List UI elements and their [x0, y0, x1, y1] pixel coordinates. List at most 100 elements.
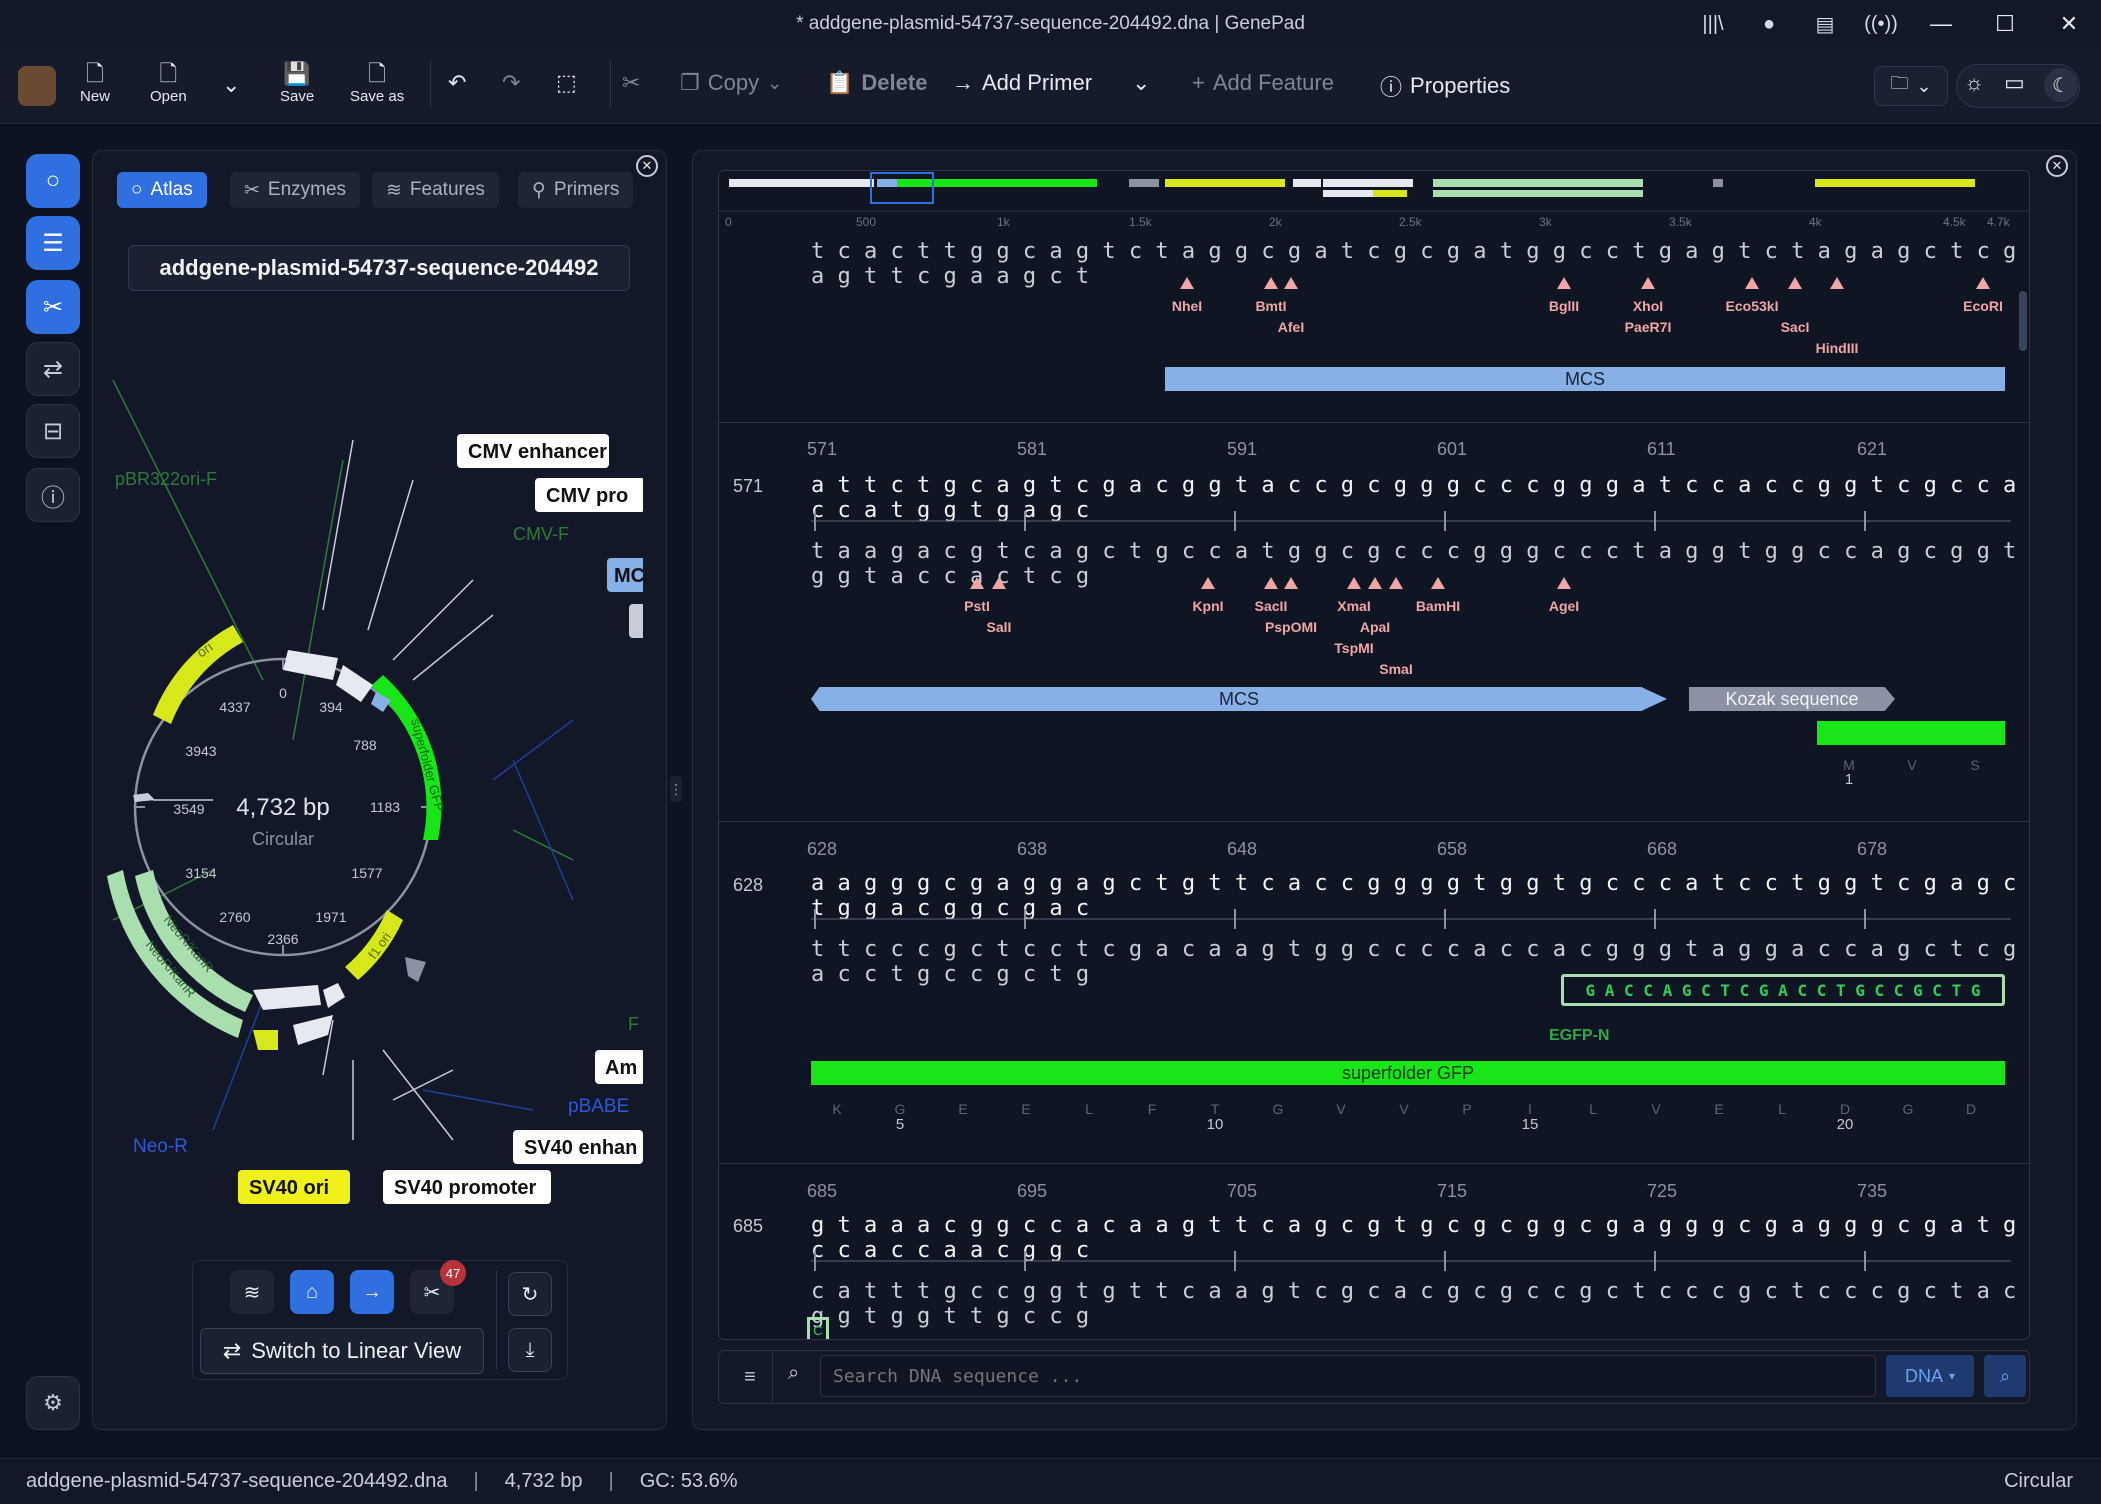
enzyme-tspmi[interactable]: TspMI	[1334, 640, 1373, 656]
enzyme-paer7i[interactable]: PaeR7I	[1625, 319, 1672, 335]
sv40-promoter-arc[interactable]	[253, 985, 321, 1010]
primer-name[interactable]: EGFP-N	[1549, 1027, 1609, 1045]
amp-label[interactable]: Am	[605, 1057, 637, 1079]
redo-button[interactable]: ↷	[502, 70, 520, 96]
vertical-scrollbar[interactable]	[2019, 291, 2027, 351]
enzyme-agei[interactable]: AgeI	[1549, 598, 1579, 614]
switch-to-linear-button[interactable]: ⇄ Switch to Linear View	[200, 1328, 484, 1374]
feature-white-arc[interactable]	[323, 983, 345, 1008]
delete-button[interactable]: 📋 Delete	[826, 70, 927, 96]
download-icon[interactable]: ⤓	[508, 1328, 552, 1372]
enzyme-bamhi[interactable]: BamHI	[1416, 598, 1460, 614]
inbox-icon[interactable]: ▤	[1797, 0, 1853, 48]
block0-bottom-strand[interactable]: t c a c t t g g c a g t c t a g g c g a …	[811, 239, 2029, 289]
cmv-promoter-label[interactable]: CMV pro	[546, 485, 628, 507]
primer-arrow-toggle-icon[interactable]: →	[350, 1270, 394, 1314]
circle-view-icon[interactable]: ○	[26, 154, 80, 208]
undo-button[interactable]: ↶	[448, 70, 466, 96]
ai-icon[interactable]: ●	[1741, 0, 1797, 48]
enzyme-smai[interactable]: SmaI	[1379, 661, 1412, 677]
layers-toggle-icon[interactable]: ≋	[230, 1270, 274, 1314]
cursor-base[interactable]: C	[807, 1317, 829, 1339]
enzyme-pspomi[interactable]: PspOMI	[1265, 619, 1317, 635]
tab-enzymes[interactable]: ✂ Enzymes	[230, 172, 361, 208]
align-icon[interactable]: ⊟	[26, 404, 80, 458]
sequence-view[interactable]: 0 500 1k 1.5k 2k 2.5k 3k 3.5k 4k 4.5k 4.…	[718, 170, 2030, 1340]
monitor-icon[interactable]: ▭	[2004, 70, 2025, 96]
enzyme-xmai[interactable]: XmaI	[1337, 598, 1370, 614]
close-button[interactable]: ✕	[2037, 0, 2101, 48]
settings-gear-icon[interactable]: ⚙	[26, 1376, 80, 1430]
enzyme-kpni[interactable]: KpnI	[1192, 598, 1223, 614]
enzyme-xhoi[interactable]: XhoI	[1633, 298, 1663, 314]
gfp-translation-segment[interactable]	[1817, 721, 2005, 745]
swap-icon[interactable]: ⇄	[26, 342, 80, 396]
enzyme-sali[interactable]: SalI	[987, 619, 1012, 635]
list-icon[interactable]: ☰	[26, 216, 80, 270]
properties-button[interactable]: ⓘ Properties	[1380, 70, 1510, 102]
open-dropdown-chevron-icon[interactable]: ⌄	[222, 72, 240, 98]
folder-dropdown-button[interactable]: 🗀 ⌄	[1874, 66, 1948, 106]
enzyme-sacii[interactable]: SacII	[1255, 598, 1288, 614]
add-feature-button[interactable]: + Add Feature	[1192, 70, 1334, 96]
search-submit-icon[interactable]: ⌕	[1984, 1355, 2026, 1397]
enzyme-bmti[interactable]: BmtI	[1255, 298, 1286, 314]
open-button[interactable]: 🗋 Open	[150, 60, 187, 105]
overview-tick: 4.7k	[1987, 215, 2011, 229]
minimize-button[interactable]: —	[1909, 0, 1973, 48]
save-as-button[interactable]: 🗋 Save as	[350, 60, 404, 105]
sun-icon[interactable]: ☼	[1964, 70, 1984, 96]
save-button[interactable]: 💾 Save	[280, 60, 314, 105]
cmv-promoter-arc[interactable]	[336, 665, 373, 702]
close-left-panel-icon[interactable]: ✕	[636, 155, 658, 177]
cmv-enhancer-arc[interactable]	[283, 650, 338, 680]
scissors-icon[interactable]: ✂	[26, 280, 80, 334]
enzyme-ecori[interactable]: EcoRI	[1963, 298, 2003, 314]
mcs-feature[interactable]: MCS	[1165, 367, 2005, 391]
add-primer-dropdown-icon[interactable]: ⌄	[1132, 70, 1150, 96]
tab-features[interactable]: ≋ Features	[372, 172, 499, 208]
moon-icon[interactable]: ☾	[2044, 68, 2078, 102]
tag-toggle-icon[interactable]: ⌂	[290, 1270, 334, 1314]
search-input[interactable]	[820, 1355, 1876, 1397]
block3-bottom-strand[interactable]: c a t t t g c c g g t g t t c a a g t c …	[811, 1279, 2029, 1329]
sv40-promoter-label[interactable]: SV40 promoter	[394, 1177, 536, 1199]
enzyme-apai[interactable]: ApaI	[1360, 619, 1390, 635]
feature-gray-arc[interactable]	[405, 957, 426, 982]
info-rail-icon[interactable]: ⓘ	[26, 468, 80, 522]
new-button[interactable]: 🗋 New	[80, 60, 110, 105]
enzyme-saci[interactable]: SacI	[1781, 319, 1810, 335]
enzyme-nhei[interactable]: NheI	[1172, 298, 1202, 314]
select-all-icon[interactable]: ⬚	[556, 70, 577, 96]
panel-resize-handle[interactable]: ⋮	[669, 776, 683, 802]
sv40-enhancer-arc[interactable]	[293, 1015, 333, 1045]
sequence-overview[interactable]: 0 500 1k 1.5k 2k 2.5k 3k 3.5k 4k 4.5k 4.…	[719, 171, 2030, 231]
add-primer-button[interactable]: → Add Primer	[952, 70, 1092, 96]
enzyme-eco53ki[interactable]: Eco53kI	[1726, 298, 1779, 314]
egfp-n-primer[interactable]: G A C C A G C T C G A C C T G C C G C T …	[1561, 974, 2005, 1006]
plasmid-map[interactable]: 0 394 788 1183 1577 1971 2366 2760 3154 …	[93, 300, 643, 1220]
library-icon[interactable]: |||\	[1685, 0, 1741, 48]
copy-button[interactable]: ❐ Copy ⌄	[680, 70, 782, 96]
dna-mode-dropdown[interactable]: DNA ▾	[1886, 1355, 1974, 1397]
enzyme-psti[interactable]: PstI	[964, 598, 990, 614]
enzyme-afei[interactable]: AfeI	[1278, 319, 1304, 335]
close-right-panel-icon[interactable]: ✕	[2046, 155, 2068, 177]
enzyme-hindiii[interactable]: HindIII	[1816, 340, 1859, 356]
kozak-feature[interactable]: Kozak sequence	[1689, 687, 1895, 711]
reset-rotation-icon[interactable]: ↻	[508, 1272, 552, 1316]
cut-icon[interactable]: ✂	[622, 70, 640, 96]
mcs-map-label[interactable]: MC	[614, 565, 643, 587]
wrap-lines-icon[interactable]: ≡	[732, 1360, 768, 1394]
sv40-ori-arc[interactable]	[253, 1030, 278, 1050]
enzyme-bglii[interactable]: BglII	[1549, 298, 1579, 314]
broadcast-icon[interactable]: ((•))	[1853, 0, 1909, 48]
superfolder-gfp-feature[interactable]: superfolder GFP	[811, 1061, 2005, 1085]
maximize-button[interactable]: ☐	[1973, 0, 2037, 48]
sv40-ori-label[interactable]: SV40 ori	[249, 1177, 329, 1199]
sv40-enhancer-label[interactable]: SV40 enhan	[524, 1137, 637, 1159]
tab-primers[interactable]: ⚲ Primers	[518, 172, 634, 208]
mcs-feature[interactable]: MCS	[811, 687, 1667, 711]
tab-atlas[interactable]: ○ Atlas	[117, 172, 207, 208]
cmv-enhancer-label[interactable]: CMV enhancer	[468, 441, 607, 463]
